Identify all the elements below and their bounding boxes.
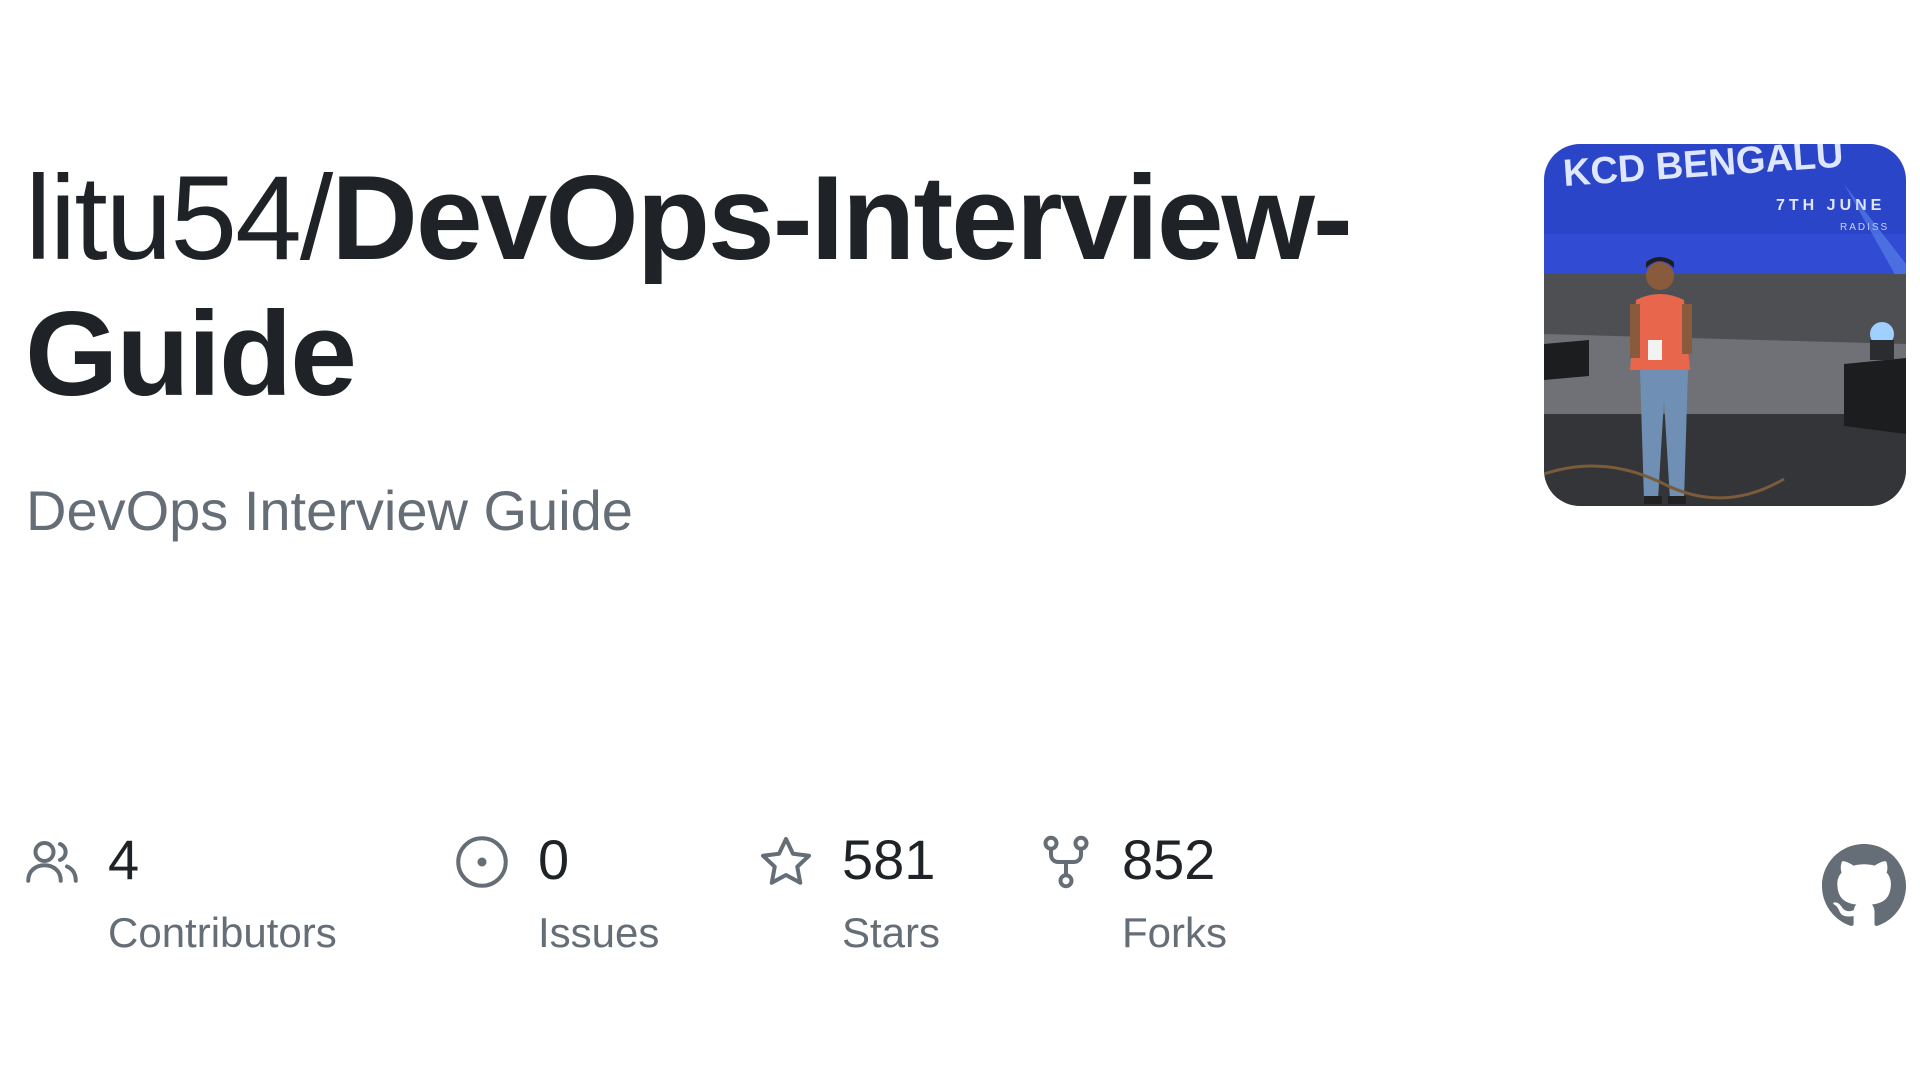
banner-venue: RADISS <box>1840 222 1889 233</box>
stars-count: 581 <box>842 828 936 891</box>
people-icon <box>26 841 78 883</box>
forks-label: Forks <box>1122 909 1227 956</box>
repo-forked-icon <box>1043 835 1089 889</box>
issue-opened-icon <box>456 836 508 888</box>
avatar-photo: KCD BENGALU 7TH JUNE RADISS <box>1544 144 1906 506</box>
repo-description: DevOps Interview Guide <box>26 479 633 542</box>
stars-label: Stars <box>842 909 941 956</box>
banner-date: 7TH JUNE <box>1776 197 1885 214</box>
repo-owner[interactable]: litu54/ <box>25 151 333 285</box>
issues-label: Issues <box>538 909 660 956</box>
star-icon <box>761 837 811 885</box>
github-mark-icon[interactable] <box>1822 844 1906 928</box>
owner-avatar[interactable]: KCD BENGALU 7TH JUNE RADISS <box>1544 144 1906 506</box>
repo-social-card: litu54/DevOps-Interview-Guide DevOps Int… <box>0 0 1920 1080</box>
issues-count: 0 <box>538 828 570 891</box>
forks-count: 852 <box>1122 828 1216 891</box>
repo-title[interactable]: litu54/DevOps-Interview-Guide <box>25 150 1425 422</box>
contributors-count: 4 <box>108 828 140 891</box>
contributors-label: Contributors <box>108 909 337 956</box>
